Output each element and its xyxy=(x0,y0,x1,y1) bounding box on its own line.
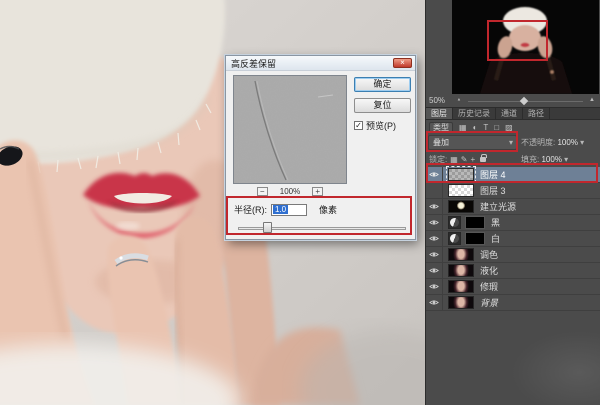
fill-chevron-icon[interactable]: ▾ xyxy=(564,155,568,164)
navigator-image xyxy=(452,0,599,94)
navigator-zoom-slider-thumb[interactable] xyxy=(519,96,529,106)
filter-preview[interactable] xyxy=(233,75,347,184)
visibility-eye-icon[interactable] xyxy=(426,167,443,182)
dialog-title: 高反差保留 xyxy=(231,58,277,69)
layer-name[interactable]: 黑 xyxy=(491,216,500,229)
filter-smart-object-icon[interactable]: ▨ xyxy=(505,123,513,133)
radius-slider[interactable] xyxy=(238,222,406,234)
ok-button[interactable]: 确定 xyxy=(354,77,411,92)
layer-name[interactable]: 图层 3 xyxy=(480,184,506,197)
visibility-eye-icon[interactable] xyxy=(426,295,443,310)
blend-mode-value: 叠加 xyxy=(433,138,449,147)
adjustment-layer-icon[interactable] xyxy=(448,232,461,245)
radius-label: 半径(R): xyxy=(234,205,267,215)
right-panel: 50% ▲ ▲ 图层 历史记录 通道 路径 类型 ▦ ◐ T □ ▨ 叠加 ▾ xyxy=(425,0,600,405)
filter-type-icon[interactable]: T xyxy=(483,123,488,133)
layer-name[interactable]: 背景 xyxy=(480,296,498,309)
fill-value[interactable]: 100% xyxy=(541,155,561,164)
layer-row-layer3[interactable]: 图层 3 xyxy=(426,183,600,199)
preview-checkbox[interactable]: ✓ xyxy=(354,121,363,130)
zoom-out-button[interactable]: − xyxy=(256,187,268,196)
layer-name[interactable]: 液化 xyxy=(480,264,498,277)
zoom-in-button[interactable]: + xyxy=(312,187,324,196)
layer-thumbnail[interactable] xyxy=(448,184,474,197)
layer-row-background[interactable]: 背景 xyxy=(426,295,600,311)
filter-adjustment-icon[interactable]: ◐ xyxy=(473,123,478,133)
filter-shape-icon[interactable]: □ xyxy=(494,123,499,133)
radius-input[interactable]: 1.0 xyxy=(271,203,307,216)
visibility-eye-icon[interactable] xyxy=(426,215,443,230)
visibility-eye-empty[interactable] xyxy=(426,183,443,198)
visibility-eye-icon[interactable] xyxy=(426,199,443,214)
close-icon[interactable]: × xyxy=(393,58,412,68)
layer-row-liquify[interactable]: 液化 xyxy=(426,263,600,279)
fill-label: 填充: xyxy=(521,155,540,164)
layer-row-color-grade[interactable]: 调色 xyxy=(426,247,600,263)
layer-name[interactable]: 修瑕 xyxy=(480,280,498,293)
chevron-down-icon: ▾ xyxy=(508,138,513,147)
lock-label: 锁定: xyxy=(429,155,448,164)
layer-thumbnail[interactable] xyxy=(448,296,474,309)
opacity-chevron-icon[interactable]: ▾ xyxy=(580,138,584,147)
navigator-zoom-value[interactable]: 50% xyxy=(429,96,445,105)
tab-channels[interactable]: 通道 xyxy=(496,108,523,119)
layer-thumbnail[interactable] xyxy=(448,248,474,261)
layer-mask-thumbnail[interactable] xyxy=(465,232,485,245)
tab-history[interactable]: 历史记录 xyxy=(453,108,496,119)
tab-paths[interactable]: 路径 xyxy=(523,108,550,119)
navigator-zoom-in-icon[interactable]: ▲ xyxy=(589,97,595,103)
opacity-value[interactable]: 100% xyxy=(557,138,577,147)
navigator-zoom-out-icon[interactable]: ▲ xyxy=(457,98,461,102)
tab-layers[interactable]: 图层 xyxy=(426,108,453,119)
radius-slider-thumb[interactable] xyxy=(263,222,272,233)
high-pass-dialog: 高反差保留 × 确定 复位 ✓ 预览(P) − 100% + 半径(R): 1.… xyxy=(224,54,417,241)
preview-checkbox-label: 预览(P) xyxy=(366,121,396,131)
layer-mask-thumbnail[interactable] xyxy=(465,216,485,229)
layer-thumbnail[interactable] xyxy=(448,264,474,277)
layer-row-light-source[interactable]: 建立光源 xyxy=(426,199,600,215)
dialog-titlebar[interactable]: 高反差保留 xyxy=(226,56,415,71)
layers-list: 图层 4 图层 3 建立光源 黑 白 调色 液化 修瑕 背景 xyxy=(426,166,600,311)
layer-row-layer4[interactable]: 图层 4 xyxy=(426,166,600,183)
lock-position-icon[interactable]: + xyxy=(471,155,476,165)
layer-thumbnail[interactable] xyxy=(446,166,476,183)
reset-button[interactable]: 复位 xyxy=(354,98,411,113)
layer-row-retouch[interactable]: 修瑕 xyxy=(426,279,600,295)
layer-thumbnail[interactable] xyxy=(448,200,474,213)
radius-unit-label: 像素 xyxy=(319,205,338,215)
layer-name[interactable]: 建立光源 xyxy=(480,200,516,213)
layer-name[interactable]: 白 xyxy=(491,232,500,245)
layer-filter-bar: 类型 ▦ ◐ T □ ▨ xyxy=(426,121,600,134)
high-pass-preview-image xyxy=(234,76,346,183)
visibility-eye-icon[interactable] xyxy=(426,231,443,246)
visibility-eye-icon[interactable] xyxy=(426,279,443,294)
filter-pixel-icon[interactable]: ▦ xyxy=(459,123,467,133)
visibility-eye-icon[interactable] xyxy=(426,247,443,262)
layer-thumbnail[interactable] xyxy=(448,280,474,293)
lock-transparent-pixels-icon[interactable]: ▦ xyxy=(450,155,458,165)
layer-row-black[interactable]: 黑 xyxy=(426,215,600,231)
preview-zoom-level: 100% xyxy=(279,187,301,196)
lock-all-icon[interactable] xyxy=(480,154,488,162)
filter-kind-dropdown[interactable]: 类型 xyxy=(429,122,453,133)
adjustment-layer-icon[interactable] xyxy=(448,216,461,229)
opacity-label: 不透明度: xyxy=(521,138,556,147)
blend-mode-dropdown[interactable]: 叠加 ▾ xyxy=(428,135,517,150)
navigator-thumbnail[interactable] xyxy=(452,0,599,94)
lock-image-pixels-icon[interactable]: ✎ xyxy=(461,155,468,165)
layer-name[interactable]: 图层 4 xyxy=(480,168,506,181)
radius-value: 1.0 xyxy=(273,204,289,214)
panel-tab-bar: 图层 历史记录 通道 路径 xyxy=(426,107,600,120)
layer-name[interactable]: 调色 xyxy=(480,248,498,261)
photoshop-screenshot: 高反差保留 × 确定 复位 ✓ 预览(P) − 100% + 半径(R): 1.… xyxy=(0,0,600,405)
layer-row-white[interactable]: 白 xyxy=(426,231,600,247)
visibility-eye-icon[interactable] xyxy=(426,263,443,278)
